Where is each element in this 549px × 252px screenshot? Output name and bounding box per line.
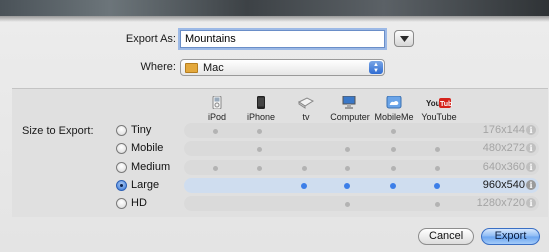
size-option-label: HD [131, 197, 147, 209]
device-label-tv-text: tv [302, 112, 310, 122]
device-label-computer: Computer [330, 112, 370, 122]
movie-preview-strip [0, 0, 549, 16]
where-popup[interactable]: Mac ▲ ▼ [180, 59, 385, 76]
compat-dot-iphone [257, 166, 262, 171]
info-icon[interactable]: i [526, 198, 536, 208]
compat-dot-mobileme [391, 129, 396, 134]
resolution-text: 1280x720 [476, 197, 525, 209]
compat-dot-ipod [213, 166, 218, 171]
size-to-export-label: Size to Export: [22, 125, 94, 137]
resolution-text: 480x272 [482, 142, 525, 154]
compat-dot-ipod [213, 129, 218, 134]
resolution-text: 640x360 [482, 161, 525, 173]
mobileme-icon [386, 96, 402, 109]
apple-tv-icon [298, 97, 314, 109]
compat-dot-tv [302, 166, 307, 171]
cancel-button[interactable]: Cancel [418, 228, 474, 245]
where-value: Mac [203, 62, 224, 74]
popup-arrows-icon: ▲ ▼ [369, 61, 383, 74]
export-as-label: Export As: [125, 33, 176, 45]
resolution-text: 176x144 [482, 124, 525, 136]
compat-dot-computer [345, 147, 350, 152]
compat-dot-computer [344, 183, 350, 189]
compat-dot-youtube [435, 147, 440, 152]
where-label: Where: [140, 61, 176, 73]
compat-dot-iphone [257, 147, 262, 152]
compat-dot-computer [345, 166, 350, 171]
folder-icon [185, 63, 198, 73]
device-label-ipod: iPod [207, 112, 226, 122]
compat-dot-tv [301, 183, 307, 189]
size-option-label: Mobile [131, 142, 164, 154]
device-label-tv: tv [281, 112, 331, 122]
expand-browser-button[interactable] [394, 30, 414, 47]
sheet-shadow [0, 16, 549, 22]
size-option-label: Large [131, 179, 160, 191]
device-label-iphone: iPhone [246, 112, 276, 122]
compat-dot-mobileme [391, 166, 396, 171]
ipod-icon [212, 96, 222, 109]
compat-dot-iphone [257, 129, 262, 134]
size-radio-tiny[interactable] [116, 125, 127, 136]
compat-dot-youtube [435, 166, 440, 171]
svg-text:Tube: Tube [440, 101, 452, 108]
compat-dot-mobileme [391, 147, 396, 152]
resolution-text: 960x540 [482, 179, 525, 191]
info-icon[interactable]: i [526, 143, 536, 153]
size-radio-large[interactable] [116, 180, 127, 191]
size-radio-medium[interactable] [116, 162, 127, 173]
export-button[interactable]: Export [481, 228, 540, 245]
device-label-mobileme: MobileMe [374, 112, 414, 122]
size-option-label: Medium [131, 161, 171, 173]
compat-dot-youtube [434, 183, 440, 189]
info-icon[interactable]: i [526, 162, 536, 172]
size-radio-hd[interactable] [116, 198, 127, 209]
size-radio-mobile[interactable] [116, 143, 127, 154]
device-label-youtube: YouTube [421, 112, 457, 122]
size-option-label: Tiny [131, 124, 152, 136]
info-icon[interactable]: i [526, 180, 536, 190]
svg-text:You: You [426, 99, 441, 108]
compat-dot-computer [345, 202, 350, 207]
computer-icon [342, 96, 356, 109]
youtube-icon: You Tube [426, 98, 452, 108]
chevron-down-icon [399, 35, 409, 42]
info-icon[interactable]: i [526, 125, 536, 135]
compat-dot-youtube [435, 202, 440, 207]
iphone-icon [257, 96, 265, 109]
export-as-field[interactable]: Mountains [180, 30, 385, 48]
compat-dot-mobileme [390, 183, 396, 189]
